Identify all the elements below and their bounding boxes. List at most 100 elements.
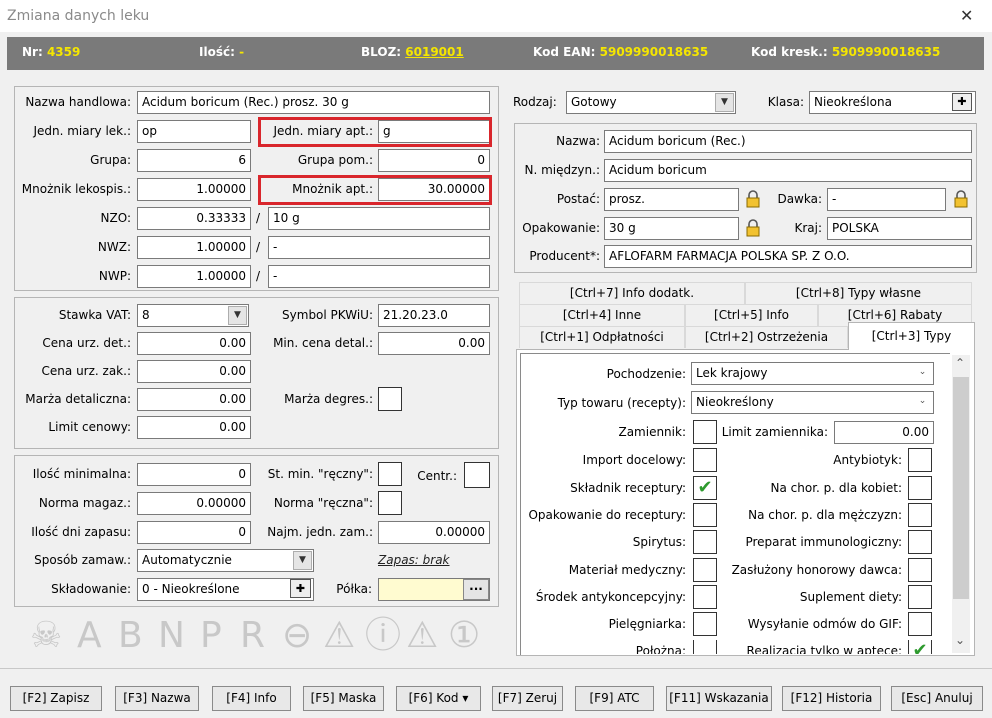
lock-icon[interactable]: [745, 190, 761, 208]
kobiet-checkbox[interactable]: [908, 476, 932, 500]
wskazania-button[interactable]: [F11] Wskazania: [666, 686, 772, 711]
opak-rec-checkbox[interactable]: [693, 503, 717, 527]
grupa-pom-label: Grupa pom.:: [297, 153, 373, 167]
chevron-down-icon[interactable]: ▼: [715, 93, 734, 112]
bloz-link[interactable]: 6019001: [405, 45, 463, 59]
cena-det-input[interactable]: 0.00: [137, 332, 251, 355]
dni-input[interactable]: 0: [137, 521, 251, 544]
limit-zam-input[interactable]: 0.00: [834, 421, 934, 444]
pielegniarka-checkbox[interactable]: [693, 612, 717, 636]
sposob-select[interactable]: Automatycznie ▼: [137, 549, 314, 572]
norma-input[interactable]: 0.00000: [137, 492, 251, 515]
nwz-input[interactable]: 1.00000: [137, 236, 251, 259]
skladowanie-input[interactable]: 0 - Nieokreślone: [137, 578, 314, 601]
dawca-checkbox[interactable]: [908, 558, 932, 582]
dawca-label: Zasłużony honorowy dawca:: [731, 563, 902, 577]
norma-r-checkbox[interactable]: [378, 491, 402, 515]
typ-select[interactable]: Nieokreślony ⌄: [691, 391, 934, 414]
tab-inne[interactable]: [Ctrl+4] Inne: [519, 304, 685, 326]
kraj-input[interactable]: POLSKA: [827, 217, 972, 240]
mezczyzn-checkbox[interactable]: [908, 503, 932, 527]
pkwiu-input[interactable]: 21.20.23.0: [378, 304, 490, 327]
antykonc-checkbox[interactable]: [693, 585, 717, 609]
mnoznik-lek-input[interactable]: 1.00000: [137, 178, 251, 201]
skladnik-checkbox[interactable]: ✔: [693, 476, 717, 500]
immuno-checkbox[interactable]: [908, 530, 932, 554]
tab-info-dodatk[interactable]: [Ctrl+7] Info dodatk.: [519, 282, 745, 304]
tab-info[interactable]: [Ctrl+5] Info: [685, 304, 818, 326]
nzo-input[interactable]: 0.33333: [137, 207, 251, 230]
skladowanie-value: 0 - Nieokreślone: [142, 582, 240, 596]
spirytus-checkbox[interactable]: [693, 530, 717, 554]
centr-checkbox[interactable]: [464, 462, 490, 488]
cena-zak-input[interactable]: 0.00: [137, 360, 251, 383]
lock-icon[interactable]: [953, 190, 969, 208]
nwz-jedn-input[interactable]: -: [268, 236, 490, 259]
plus-icon[interactable]: ✚: [290, 579, 311, 598]
marza-det-input[interactable]: 0.00: [137, 388, 251, 411]
miedzyn-input[interactable]: Acidum boricum: [604, 159, 972, 182]
zeruj-button[interactable]: [F7] Zeruj: [492, 686, 563, 711]
grupa-input[interactable]: 6: [137, 149, 251, 172]
chevron-down-icon[interactable]: ▼: [228, 306, 247, 325]
scroll-thumb[interactable]: [953, 377, 969, 599]
atc-button[interactable]: [F9] ATC: [575, 686, 654, 711]
footer-divider: [0, 668, 992, 669]
tab-odplatnosci[interactable]: [Ctrl+1] Odpłatności: [519, 326, 685, 348]
marza-deg-checkbox[interactable]: [378, 387, 402, 411]
polozna-checkbox[interactable]: [693, 640, 717, 654]
nazwa-button[interactable]: [F3] Nazwa: [115, 686, 199, 711]
ilosc-min-input[interactable]: 0: [137, 463, 251, 486]
maska-button[interactable]: [F5] Maska: [303, 686, 384, 711]
klasa-input[interactable]: Nieokreślona: [809, 91, 976, 114]
tab-typy[interactable]: [Ctrl+3] Typy: [848, 322, 975, 350]
postac-input[interactable]: prosz.: [604, 188, 739, 211]
rodzaj-select[interactable]: Gotowy ▼: [566, 91, 736, 114]
pochodzenie-select[interactable]: Lek krajowy ⌄: [691, 362, 934, 385]
plus-icon[interactable]: ✚: [952, 93, 972, 111]
jedn-lek-input[interactable]: op: [137, 120, 251, 143]
tab-ostrzezenia[interactable]: [Ctrl+2] Ostrzeżenia: [685, 326, 848, 348]
apteka-checkbox[interactable]: ✔: [908, 640, 932, 654]
limit-input[interactable]: 0.00: [137, 416, 251, 439]
historia-button[interactable]: [F12] Historia: [782, 686, 881, 711]
nwp-input[interactable]: 1.00000: [137, 265, 251, 288]
chevron-down-icon[interactable]: ▼: [293, 551, 312, 570]
mnoznik-lek-label: Mnożnik lekospis.:: [21, 182, 131, 196]
najm-input[interactable]: 0.00000: [378, 521, 490, 544]
material-checkbox[interactable]: [693, 558, 717, 582]
min-cena-input[interactable]: 0.00: [378, 332, 490, 355]
chevron-down-icon[interactable]: ⌄: [913, 364, 932, 383]
suplement-checkbox[interactable]: [908, 585, 932, 609]
import-checkbox[interactable]: [693, 448, 717, 472]
antybiotyk-checkbox[interactable]: [908, 448, 932, 472]
polka-label: Półka:: [336, 582, 372, 596]
chevron-down-icon[interactable]: ⌄: [913, 393, 932, 412]
tab-typy-wlasne[interactable]: [Ctrl+8] Typy własne: [745, 282, 972, 304]
opak-input[interactable]: 30 g: [604, 217, 739, 240]
scrollbar[interactable]: ⌃ ⌄: [952, 355, 970, 653]
nazwa-input[interactable]: Acidum boricum (Rec.): [604, 130, 972, 153]
st-min-checkbox[interactable]: [378, 462, 402, 486]
nazwa-handlowa-input[interactable]: Acidum boricum (Rec.) prosz. 30 g: [137, 91, 490, 114]
kod-dropdown-button[interactable]: [F6] Kod ▾: [396, 686, 481, 711]
vat-select[interactable]: 8 ▼: [137, 304, 249, 327]
nzo-jedn-input[interactable]: 10 g: [268, 207, 490, 230]
zapisz-button[interactable]: [F2] Zapisz: [10, 686, 102, 711]
zapas-link[interactable]: Zapas: brak: [378, 549, 450, 571]
scroll-down-icon[interactable]: ⌄: [955, 633, 965, 647]
close-icon[interactable]: ✕: [960, 6, 973, 25]
producent-input[interactable]: AFLOFARM FARMACJA POLSKA SP. Z O.O.: [604, 245, 972, 268]
scroll-up-icon[interactable]: ⌃: [955, 356, 965, 370]
dawka-input[interactable]: -: [827, 188, 946, 211]
grupa-pom-input[interactable]: 0: [378, 149, 490, 172]
zamiennik-checkbox[interactable]: [693, 420, 717, 444]
polka-browse-button[interactable]: ···: [463, 579, 489, 600]
ilosc-field: Ilość: -: [199, 45, 244, 59]
anuluj-button[interactable]: [Esc] Anuluj: [891, 686, 983, 711]
nwp-jedn-input[interactable]: -: [268, 265, 490, 288]
ilosc-label: Ilość:: [199, 45, 235, 59]
gif-checkbox[interactable]: [908, 612, 932, 636]
info-button[interactable]: [F4] Info: [212, 686, 291, 711]
lock-icon[interactable]: [745, 219, 761, 237]
